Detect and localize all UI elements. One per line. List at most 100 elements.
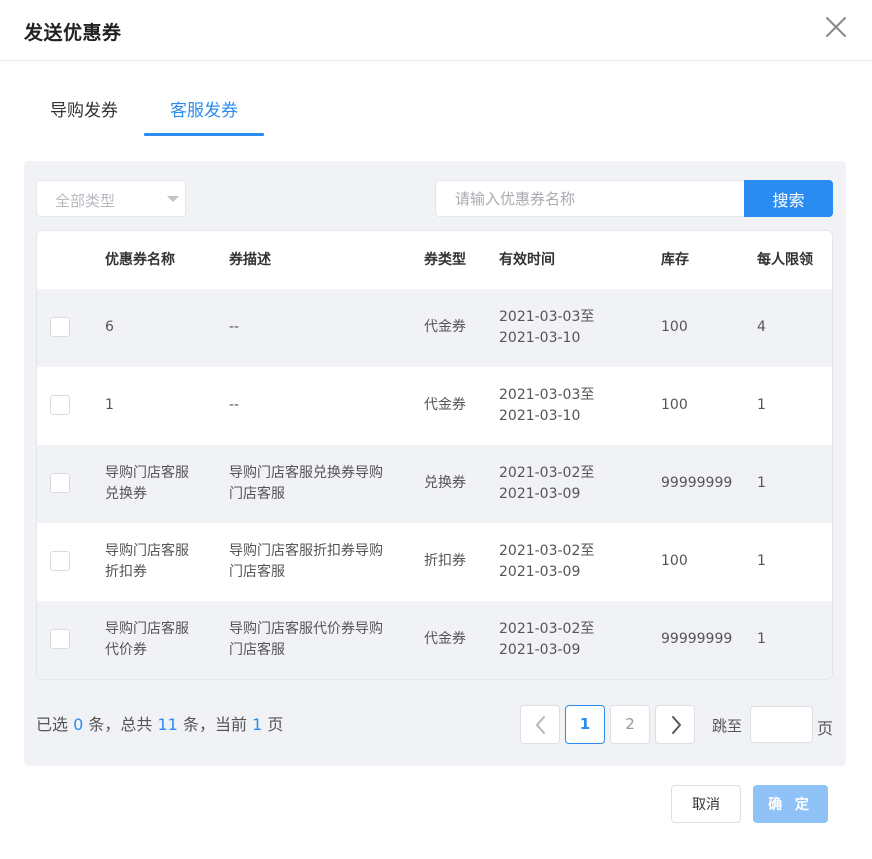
coupon-name-line: 导购门店客服 <box>105 465 189 481</box>
coupon-name-line: 折扣券 <box>105 564 147 580</box>
coupon-name-line: 导购门店客服 <box>105 621 189 637</box>
selection-summary: 已选 0 条，总共 11 条，当前 1 页 <box>36 711 283 735</box>
header-limit-per-person: 每人限领 <box>757 252 813 268</box>
valid-time-start: 2021-03-02至 <box>499 543 595 559</box>
cell-valid-time: 2021-03-03至 2021-03-10 <box>499 307 594 349</box>
next-page-button[interactable] <box>655 705 695 744</box>
cell-limit: 1 <box>757 553 766 569</box>
description-line: 导购门店客服折扣券导购 <box>229 543 383 559</box>
cancel-button[interactable]: 取消 <box>671 785 741 823</box>
send-coupon-dialog: 发送优惠券 导购发券 客服发券 全部类型 搜索 优惠券名称 券描述 券类型 有效… <box>0 0 872 859</box>
table-row[interactable]: 导购门店客服 兑换券 导购门店客服兑换券导购 门店客服 兑换券 2021-03-02… <box>37 445 832 523</box>
description-line: 门店客服 <box>229 564 285 580</box>
header-stock: 库存 <box>661 252 689 268</box>
coupon-name-line: 导购门店客服 <box>105 543 189 559</box>
chevron-right-icon <box>672 716 681 734</box>
selected-count: 0 <box>73 715 84 734</box>
current-page: 1 <box>252 715 263 734</box>
summary-text: 页 <box>267 715 284 734</box>
cell-coupon-type: 代金券 <box>424 631 466 647</box>
table-row[interactable]: 导购门店客服 折扣券 导购门店客服折扣券导购 门店客服 折扣券 2021-03-02… <box>37 523 832 601</box>
coupon-type-select-value: 全部类型 <box>55 192 116 210</box>
cell-limit: 1 <box>757 475 766 491</box>
valid-time-end: 2021-03-10 <box>499 330 581 346</box>
row-checkbox[interactable] <box>50 629 70 649</box>
valid-time-start: 2021-03-03至 <box>499 309 595 325</box>
coupon-panel: 全部类型 搜索 优惠券名称 券描述 券类型 有效时间 库存 每人限领 6 -- … <box>24 161 846 766</box>
coupon-name-line: 兑换券 <box>105 486 147 502</box>
row-checkbox[interactable] <box>50 473 70 493</box>
tab-bar: 导购发券 客服发券 <box>24 88 324 138</box>
active-tab-indicator <box>144 133 264 136</box>
cell-coupon-type: 代金券 <box>424 319 466 335</box>
header-description: 券描述 <box>229 252 271 268</box>
cell-valid-time: 2021-03-03至 2021-03-10 <box>499 385 594 427</box>
valid-time-end: 2021-03-09 <box>499 642 581 658</box>
header-coupon-type: 券类型 <box>424 252 466 268</box>
confirm-button[interactable]: 确 定 <box>753 785 828 823</box>
total-count: 11 <box>157 715 178 734</box>
header-valid-time: 有效时间 <box>499 252 555 268</box>
description-line: 门店客服 <box>229 642 285 658</box>
prev-page-button[interactable] <box>520 705 560 744</box>
cell-limit: 4 <box>757 319 766 335</box>
cell-coupon-type: 折扣券 <box>424 553 466 569</box>
cell-description: -- <box>229 319 240 335</box>
cell-stock: 100 <box>661 397 688 413</box>
valid-time-start: 2021-03-03至 <box>499 387 595 403</box>
valid-time-end: 2021-03-09 <box>499 486 581 502</box>
coupon-type-select[interactable]: 全部类型 <box>36 180 186 217</box>
description-line: 门店客服 <box>229 486 285 502</box>
cell-valid-time: 2021-03-02至 2021-03-09 <box>499 463 594 505</box>
cell-coupon-type: 兑换券 <box>424 475 466 491</box>
table-row[interactable]: 6 -- 代金券 2021-03-03至 2021-03-10 100 4 <box>37 289 832 367</box>
search-button[interactable]: 搜索 <box>744 180 833 217</box>
cell-coupon-name: 导购门店客服 代价券 <box>105 619 189 661</box>
description-line: 导购门店客服兑换券导购 <box>229 465 383 481</box>
table-row[interactable]: 1 -- 代金券 2021-03-03至 2021-03-10 100 1 <box>37 367 832 445</box>
coupon-name-line: 代价券 <box>105 642 147 658</box>
row-checkbox[interactable] <box>50 317 70 337</box>
valid-time-start: 2021-03-02至 <box>499 621 595 637</box>
cell-coupon-name: 6 <box>105 319 114 335</box>
cell-coupon-name: 导购门店客服 兑换券 <box>105 463 189 505</box>
valid-time-end: 2021-03-10 <box>499 408 581 424</box>
cell-stock: 100 <box>661 319 688 335</box>
cell-stock: 99999999 <box>661 631 733 647</box>
cell-description: -- <box>229 397 240 413</box>
tab-service-issue[interactable]: 客服发券 <box>144 88 264 138</box>
cell-limit: 1 <box>757 631 766 647</box>
cell-description: 导购门店客服代价券导购 门店客服 <box>229 619 383 661</box>
row-checkbox[interactable] <box>50 395 70 415</box>
chevron-left-icon <box>536 716 545 734</box>
jump-page-unit: 页 <box>817 719 834 738</box>
table-row[interactable]: 导购门店客服 代价券 导购门店客服代价券导购 门店客服 代金券 2021-03-02… <box>37 601 832 679</box>
jump-page-input[interactable] <box>750 706 813 743</box>
cell-valid-time: 2021-03-02至 2021-03-09 <box>499 619 594 661</box>
cell-valid-time: 2021-03-02至 2021-03-09 <box>499 541 594 583</box>
summary-text: 已选 <box>36 715 69 734</box>
jump-to-label: 跳至 <box>712 717 743 735</box>
tab-guide-issue[interactable]: 导购发券 <box>24 88 144 138</box>
cell-stock: 100 <box>661 553 688 569</box>
cell-coupon-name: 1 <box>105 397 114 413</box>
cell-stock: 99999999 <box>661 475 733 491</box>
cell-limit: 1 <box>757 397 766 413</box>
cell-description: 导购门店客服折扣券导购 门店客服 <box>229 541 383 583</box>
close-icon[interactable] <box>824 15 848 39</box>
valid-time-start: 2021-03-02至 <box>499 465 595 481</box>
description-line: 导购门店客服代价券导购 <box>229 621 383 637</box>
page-2-button[interactable]: 2 <box>610 705 650 744</box>
dialog-title: 发送优惠券 <box>24 22 122 44</box>
summary-text: 条，总共 <box>88 715 153 734</box>
table-header: 优惠券名称 券描述 券类型 有效时间 库存 每人限领 <box>37 231 832 289</box>
valid-time-end: 2021-03-09 <box>499 564 581 580</box>
cell-coupon-type: 代金券 <box>424 397 466 413</box>
page-1-button[interactable]: 1 <box>565 705 605 744</box>
row-checkbox[interactable] <box>50 551 70 571</box>
header-coupon-name: 优惠券名称 <box>105 252 175 268</box>
summary-text: 条，当前 <box>182 715 247 734</box>
coupon-search-input[interactable] <box>435 180 745 217</box>
dialog-header: 发送优惠券 <box>0 0 872 61</box>
cell-description: 导购门店客服兑换券导购 门店客服 <box>229 463 383 505</box>
